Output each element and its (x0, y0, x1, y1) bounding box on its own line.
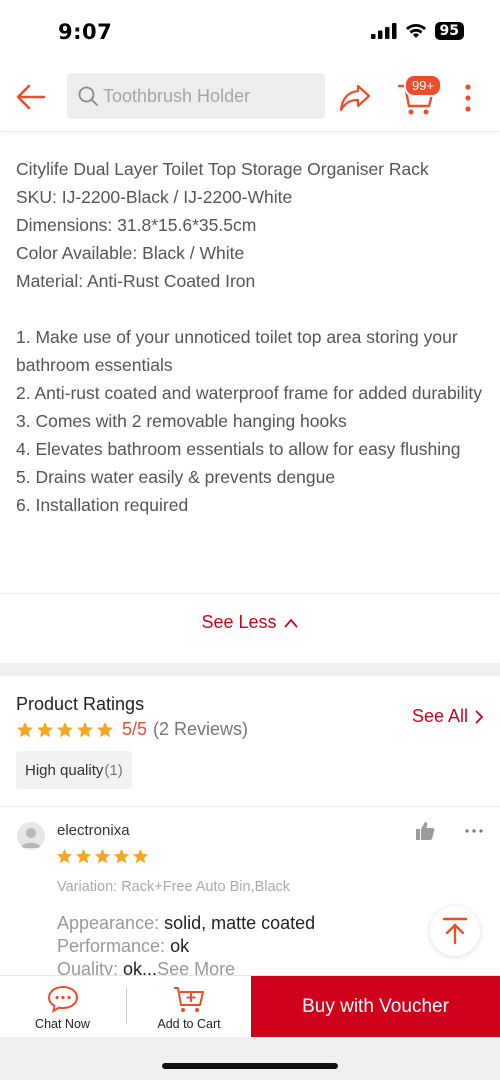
section-separator (0, 663, 500, 676)
desc-point: 1. Make use of your unnoticed toilet top… (16, 327, 458, 375)
see-less-label: See Less (201, 612, 277, 632)
home-indicator-area (0, 1037, 500, 1080)
review-stars (56, 848, 149, 865)
more-vertical-icon[interactable] (458, 82, 478, 114)
star-icon (96, 721, 114, 737)
chat-now-label: Chat Now (35, 1016, 90, 1031)
avatar[interactable] (17, 822, 45, 850)
top-nav: 99+ (0, 62, 500, 132)
review-attr-row: Appearance: solid, matte coated (57, 912, 315, 935)
rating-count: (2 Reviews) (153, 719, 249, 739)
signal-icon (370, 23, 397, 39)
star-icon (16, 721, 34, 737)
chevron-up-icon (283, 618, 298, 628)
desc-point: 4. Elevates bathroom essentials to allow… (16, 439, 461, 459)
star-icon (36, 721, 54, 737)
ratings-summary: 5/5 (2 Reviews) (16, 719, 248, 740)
rating-stars (16, 721, 114, 739)
review-attributes: Appearance: solid, matte coated Performa… (57, 912, 315, 981)
search-input[interactable] (103, 85, 303, 107)
attr-value: solid, matte coated (164, 913, 316, 933)
desc-point: 6. Installation required (16, 495, 189, 515)
share-icon[interactable] (338, 80, 372, 114)
status-time: 9:07 (58, 20, 113, 44)
see-all-ratings-button[interactable]: See All (412, 706, 484, 727)
product-description: Citylife Dual Layer Toilet Top Storage O… (16, 155, 486, 519)
more-horizontal-icon[interactable] (464, 824, 484, 838)
chevron-right-icon (475, 709, 484, 724)
buy-with-voucher-button[interactable]: Buy with Voucher (251, 976, 500, 1038)
wifi-icon (405, 24, 426, 38)
desc-point: 2. Anti-rust coated and waterproof frame… (16, 383, 482, 403)
chat-icon (47, 985, 78, 1013)
star-icon (113, 848, 130, 864)
star-icon (76, 721, 94, 737)
desc-line: Material: Anti-Rust Coated Iron (16, 271, 256, 291)
attr-key: Appearance: (57, 913, 160, 933)
status-bar: 9:07 95 (0, 0, 500, 62)
star-icon (132, 848, 149, 864)
desc-line: Color Available: Black / White (16, 243, 245, 263)
review-variation: Variation: Rack+Free Auto Bin,Black (57, 879, 291, 895)
attr-key: Performance: (57, 936, 166, 956)
home-indicator[interactable] (162, 1063, 338, 1069)
tag-label: High quality (25, 761, 104, 779)
desc-point: 3. Comes with 2 removable hanging hooks (16, 411, 347, 431)
see-less-button[interactable]: See Less (0, 612, 500, 633)
add-to-cart-label: Add to Cart (157, 1016, 221, 1031)
back-arrow-icon[interactable] (14, 80, 48, 114)
reviewer-name: electronixa (57, 822, 130, 839)
desc-point: 5. Drains water easily & prevents dengue (16, 467, 336, 487)
star-icon (56, 848, 73, 864)
search-box[interactable] (67, 73, 325, 119)
divider (0, 806, 500, 807)
desc-line: Dimensions: 31.8*15.6*35.5cm (16, 215, 257, 235)
desc-spacer (16, 295, 486, 323)
star-icon (94, 848, 111, 864)
status-icons: 95 (370, 22, 464, 40)
add-to-cart-button[interactable]: Add to Cart (127, 976, 251, 1038)
arrow-up-icon (442, 917, 468, 945)
rating-score: 5/5 (122, 719, 148, 739)
chat-now-button[interactable]: Chat Now (0, 976, 125, 1038)
battery-indicator: 95 (434, 22, 464, 40)
ratings-title: Product Ratings (16, 694, 145, 714)
search-icon (78, 86, 98, 106)
thumbs-up-icon[interactable] (414, 820, 436, 842)
review-attr-row: Performance: ok (57, 935, 315, 958)
divider (0, 593, 500, 594)
tag-count: (1) (104, 761, 123, 779)
attr-value: ok (170, 936, 190, 956)
add-cart-icon (174, 986, 204, 1012)
cart-badge: 99+ (404, 74, 443, 97)
desc-line: SKU: IJ-2200-Black / IJ-2200-White (16, 187, 293, 207)
scroll-to-top-button[interactable] (430, 906, 480, 956)
rating-tag-chip[interactable]: High quality (1) (16, 751, 132, 789)
desc-line: Citylife Dual Layer Toilet Top Storage O… (16, 159, 429, 179)
star-icon (75, 848, 92, 864)
see-all-label: See All (411, 706, 468, 726)
star-icon (56, 721, 74, 737)
bottom-action-bar: Chat Now Add to Cart Buy with Voucher (0, 975, 500, 1038)
user-icon (21, 828, 41, 848)
